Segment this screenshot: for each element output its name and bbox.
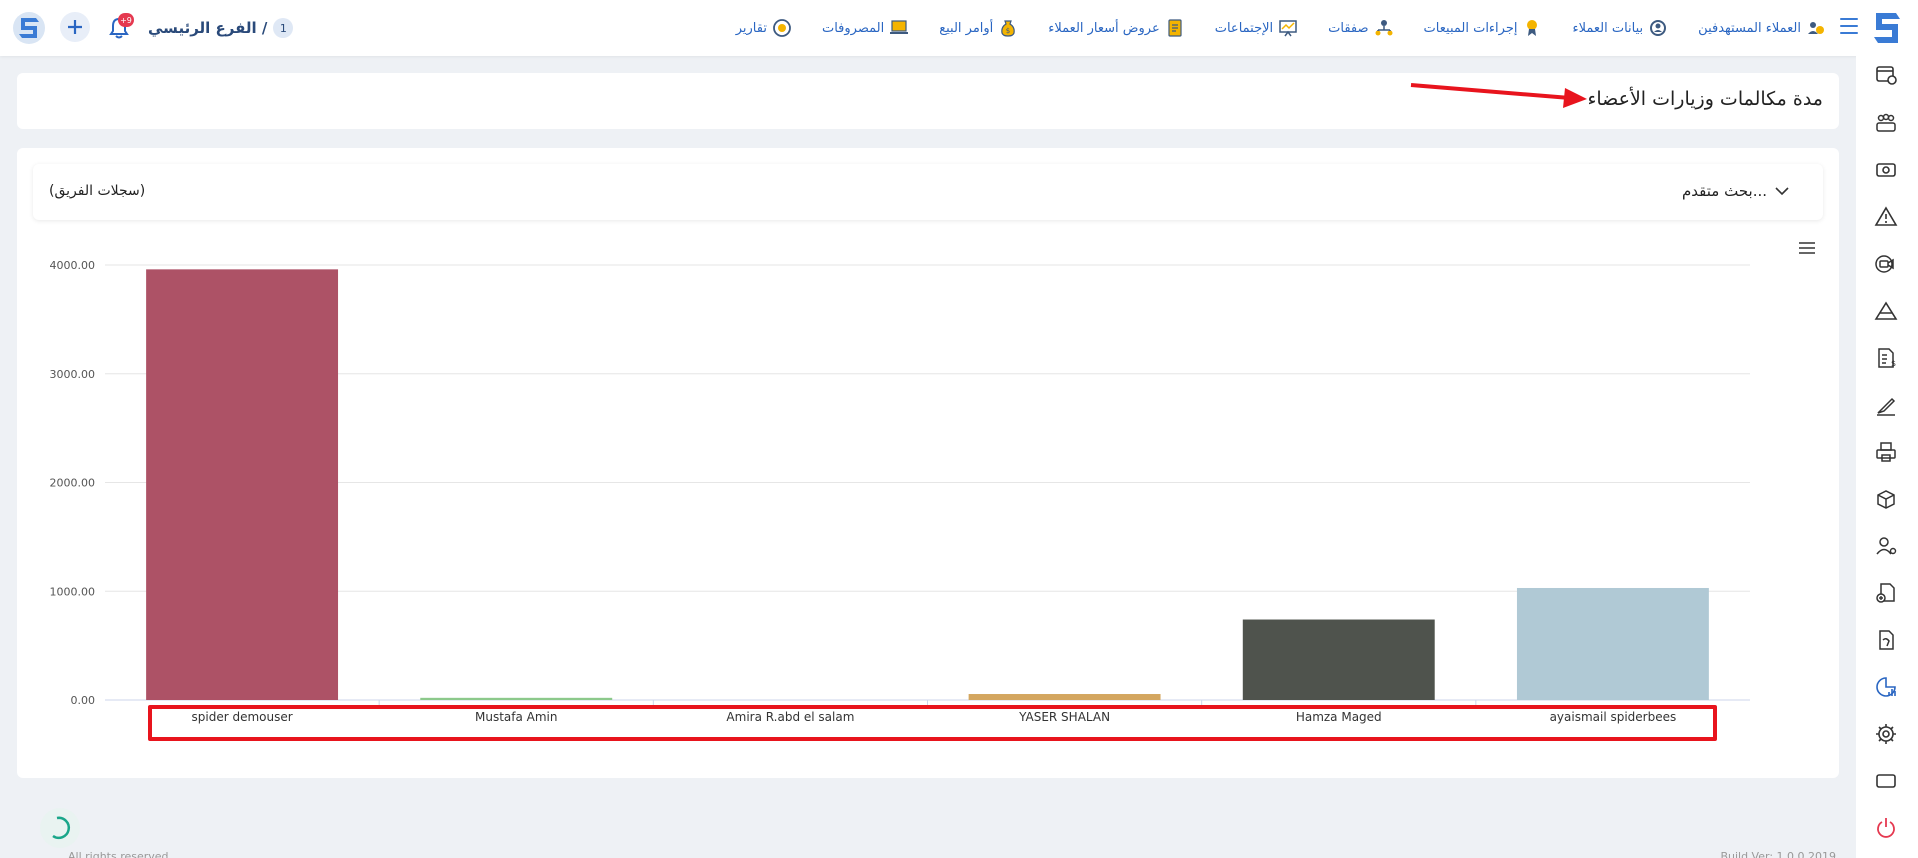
meetings-icon xyxy=(1279,20,1297,37)
y-tick-label: 0.00 xyxy=(71,694,96,707)
advanced-search-label: بحث متقدم... xyxy=(1682,182,1767,200)
customer-data-icon xyxy=(1650,20,1667,36)
svg-text:$: $ xyxy=(1891,359,1896,368)
x-category-label: Amira R.abd el salam xyxy=(726,710,854,724)
expenses-icon xyxy=(890,20,909,34)
document-hand-icon[interactable] xyxy=(1874,628,1898,652)
nav-meetings[interactable]: الإجتماعات xyxy=(1215,18,1298,38)
quotes-icon xyxy=(1168,19,1182,37)
branch-number: 1 xyxy=(273,18,294,38)
money-icon[interactable] xyxy=(1874,158,1898,182)
annotation-arrow-icon xyxy=(1410,83,1587,108)
nav-deals[interactable]: صفقات xyxy=(1328,18,1393,38)
nav-label: عروض أسعار العملاء xyxy=(1048,20,1160,36)
sales-orders-icon: $ xyxy=(1001,20,1016,37)
filter-bar: بحث متقدم... (سجلات الفريق) xyxy=(33,164,1823,220)
nav-quotes[interactable]: عروض أسعار العملاء xyxy=(1048,18,1184,38)
x-category-label: spider demouser xyxy=(192,710,293,724)
svg-text:$: $ xyxy=(1006,27,1010,35)
bar-chart: 0.00 1000.00 2000.00 3000.00 4000.00 spider d… xyxy=(50,259,1750,724)
x-category-label: Mustafa Amin xyxy=(475,710,558,724)
top-bar: العملاء المستهدفين بيانات العملاء إجراءا… xyxy=(0,0,1918,56)
x-category-label: YASER SHALAN xyxy=(1018,710,1110,724)
add-document-icon[interactable] xyxy=(1874,581,1898,605)
nav-sales-actions[interactable]: إجراءات المبيعات xyxy=(1424,18,1543,38)
nav-expenses[interactable]: المصروفات xyxy=(822,18,909,38)
add-button[interactable] xyxy=(60,12,90,42)
main-nav: العملاء المستهدفين بيانات العملاء إجراءا… xyxy=(736,0,1826,56)
gear-icon[interactable] xyxy=(1874,722,1898,746)
user-settings-icon[interactable] xyxy=(1874,534,1898,558)
team-icon[interactable] xyxy=(1874,111,1898,135)
power-icon[interactable] xyxy=(1874,816,1898,840)
page-title: مدة مكالمات وزيارات الأعضاء xyxy=(1587,88,1823,110)
report-card: بحث متقدم... (سجلات الفريق) 0.00 1000.00 2… xyxy=(17,148,1839,778)
bar xyxy=(968,694,1161,700)
x-category-label: Hamza Maged xyxy=(1296,710,1382,724)
invoice-icon[interactable]: $ xyxy=(1874,346,1898,370)
mountain-icon[interactable] xyxy=(1874,299,1898,323)
warning-icon[interactable] xyxy=(1874,205,1898,229)
box-icon[interactable] xyxy=(1874,487,1898,511)
branch-label: الفرع الرئيسي / xyxy=(148,19,268,37)
chart-container: 0.00 1000.00 2000.00 3000.00 4000.00 spider d… xyxy=(17,238,1807,772)
nav-label: المصروفات xyxy=(821,20,885,36)
deals-icon xyxy=(1375,20,1393,36)
y-tick-label: 1000.00 xyxy=(50,585,96,598)
bar xyxy=(1516,587,1709,700)
card-settings-icon[interactable] xyxy=(1874,63,1898,87)
nav-label: بيانات العملاء xyxy=(1572,20,1644,36)
y-tick-label: 4000.00 xyxy=(50,259,96,272)
video-call-icon[interactable] xyxy=(1874,252,1898,276)
menu-toggle-button[interactable] xyxy=(1840,18,1858,34)
target-customers-icon xyxy=(1808,22,1824,34)
footer-version: Build Ver: 1.0.0 2019 xyxy=(1720,850,1836,858)
signature-icon[interactable] xyxy=(1874,393,1898,417)
notification-badge: +9 xyxy=(118,13,134,27)
nav-label: إجراءات المبيعات xyxy=(1423,20,1518,36)
bar xyxy=(1242,619,1435,700)
printer-icon[interactable] xyxy=(1874,440,1898,464)
app-logo-small-icon[interactable] xyxy=(12,11,46,45)
bar xyxy=(420,697,613,700)
nav-customer-data[interactable]: بيانات العملاء xyxy=(1572,18,1668,38)
reports-icon xyxy=(773,19,791,37)
loader-widget[interactable] xyxy=(40,808,80,848)
advanced-search-toggle[interactable]: بحث متقدم... xyxy=(1682,182,1789,200)
nav-label: أوامر البيع xyxy=(939,20,994,36)
chart-report-icon[interactable] xyxy=(1874,675,1898,699)
nav-label: صفقات xyxy=(1328,20,1369,36)
plus-icon xyxy=(68,20,82,34)
nav-label: العملاء المستهدفين xyxy=(1698,20,1801,36)
window-icon[interactable] xyxy=(1874,769,1898,793)
nav-sales-orders[interactable]: $ أوامر البيع xyxy=(939,18,1018,38)
nav-target-customers[interactable]: العملاء المستهدفين xyxy=(1698,18,1826,38)
sales-actions-icon xyxy=(1527,20,1538,36)
nav-reports[interactable]: تقارير xyxy=(736,18,792,38)
y-tick-label: 2000.00 xyxy=(50,477,96,490)
app-logo-icon[interactable] xyxy=(1868,9,1906,47)
team-records-label: (سجلات الفريق) xyxy=(49,183,146,199)
bar xyxy=(146,269,339,700)
nav-label: تقارير xyxy=(735,20,767,36)
y-tick-label: 3000.00 xyxy=(50,368,96,381)
spinner-icon xyxy=(52,816,70,840)
right-sidebar: $ xyxy=(1856,56,1918,858)
branch-selector[interactable]: 1 الفرع الرئيسي / xyxy=(148,17,294,39)
x-category-label: ayaismail spiderbees xyxy=(1550,710,1677,724)
chevron-down-icon xyxy=(1775,187,1789,196)
footer-copyright: All rights reserved xyxy=(68,850,169,858)
nav-label: الإجتماعات xyxy=(1214,20,1274,36)
